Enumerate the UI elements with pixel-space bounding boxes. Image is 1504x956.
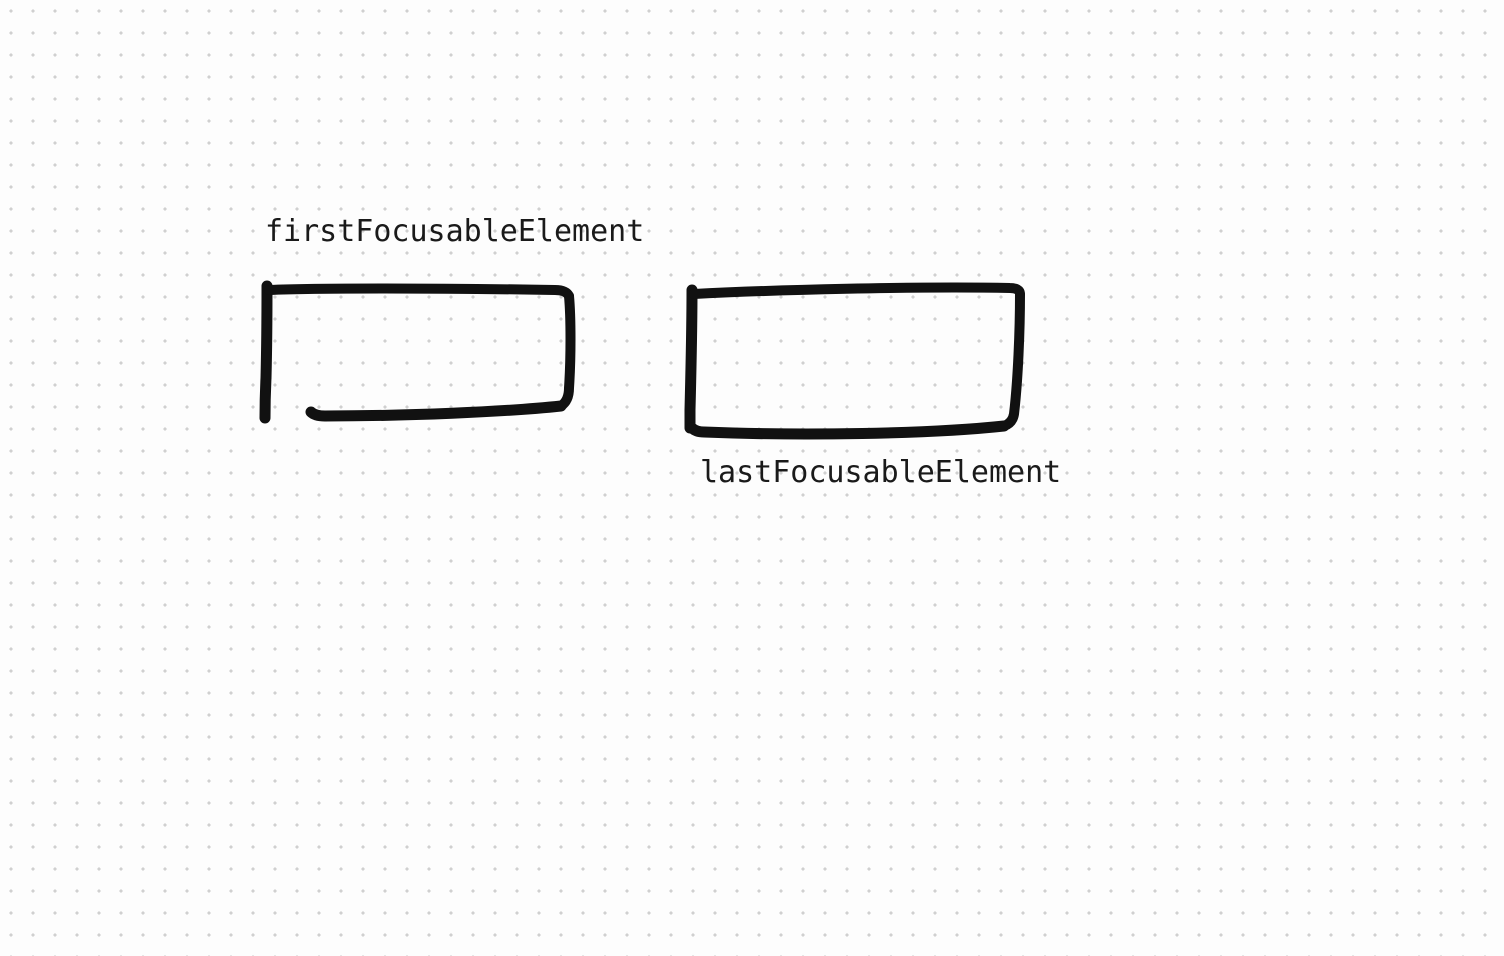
first-focusable-label: firstFocusableElement — [265, 214, 644, 249]
whiteboard-canvas[interactable]: firstFocusableElement lastFocusableEleme… — [0, 0, 1504, 956]
first-focusable-box — [255, 278, 595, 442]
last-focusable-box — [680, 280, 1040, 454]
last-focusable-label: lastFocusableElement — [700, 455, 1061, 490]
